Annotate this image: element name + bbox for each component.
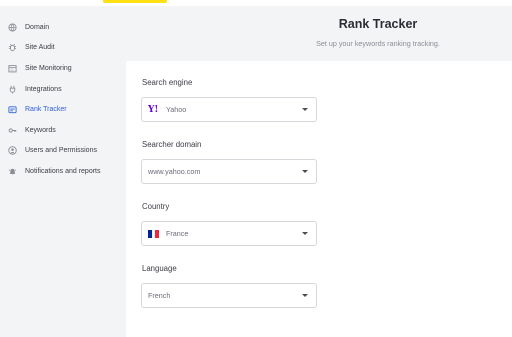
- language-label: Language: [142, 264, 177, 273]
- user-icon: [7, 145, 17, 155]
- bell-icon: [7, 166, 17, 176]
- plug-icon: [7, 84, 17, 94]
- sidebar-item-keywords[interactable]: Keywords: [0, 121, 126, 139]
- sidebar-item-integrations[interactable]: Integrations: [0, 80, 126, 98]
- sidebar-item-label: Rank Tracker: [25, 105, 67, 113]
- key-icon: [7, 125, 17, 135]
- chevron-down-icon: [302, 170, 308, 173]
- sidebar-item-label: Keywords: [25, 126, 56, 134]
- searcher-domain-select[interactable]: www.yahoo.com: [141, 159, 317, 184]
- sidebar: Domain Site Audit Site Monitoring Integr…: [0, 6, 126, 337]
- top-bar-accent: [103, 0, 167, 3]
- sidebar-item-label: Site Monitoring: [25, 64, 72, 72]
- chevron-down-icon: [302, 294, 308, 297]
- chevron-down-icon: [302, 108, 308, 111]
- tracker-icon: [7, 104, 17, 114]
- searcher-domain-label: Searcher domain: [142, 140, 202, 149]
- bug-icon: [7, 42, 17, 52]
- sidebar-item-notifications-and-reports[interactable]: Notifications and reports: [0, 162, 126, 180]
- chevron-down-icon: [302, 232, 308, 235]
- sidebar-item-label: Notifications and reports: [25, 167, 101, 175]
- country-label: Country: [142, 202, 170, 211]
- country-value: France: [166, 229, 189, 238]
- language-value: French: [148, 291, 171, 300]
- yahoo-logo-icon: Y!: [148, 105, 159, 115]
- sidebar-item-site-audit[interactable]: Site Audit: [0, 38, 126, 56]
- calendar-icon: [7, 63, 17, 73]
- search-engine-value: Yahoo: [166, 105, 187, 114]
- search-engine-label: Search engine: [142, 78, 193, 87]
- searcher-domain-value: www.yahoo.com: [148, 167, 201, 176]
- country-select[interactable]: France: [141, 221, 317, 246]
- language-select[interactable]: French: [141, 283, 317, 308]
- globe-icon: [7, 22, 17, 32]
- sidebar-item-label: Site Audit: [25, 43, 55, 51]
- sidebar-item-label: Users and Permissions: [25, 146, 97, 154]
- search-engine-select[interactable]: Y! Yahoo: [141, 97, 317, 122]
- sidebar-item-label: Domain: [25, 23, 50, 31]
- page-subtitle: Set up your keywords ranking tracking.: [316, 39, 440, 48]
- france-flag-icon: [148, 229, 160, 239]
- sidebar-item-domain[interactable]: Domain: [0, 18, 126, 36]
- sidebar-item-rank-tracker[interactable]: Rank Tracker: [0, 100, 126, 118]
- sidebar-item-label: Integrations: [25, 85, 62, 93]
- sidebar-item-users-and-permissions[interactable]: Users and Permissions: [0, 141, 126, 159]
- page-title: Rank Tracker: [338, 17, 418, 31]
- sidebar-item-site-monitoring[interactable]: Site Monitoring: [0, 59, 126, 77]
- page-header: Rank Tracker Set up your keywords rankin…: [126, 6, 512, 61]
